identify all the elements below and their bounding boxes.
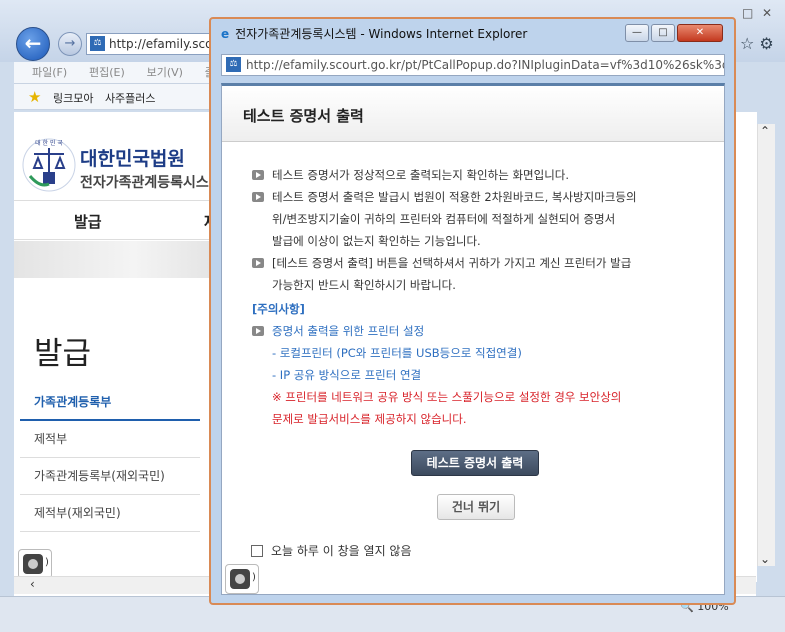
scroll-down-icon[interactable]: ⌄ — [760, 552, 770, 566]
back-button[interactable]: ← — [16, 27, 50, 61]
ie-logo-icon: e — [221, 27, 230, 41]
bullet-arrow-icon — [252, 326, 264, 336]
favorite-link-2[interactable]: 사주플러스 — [105, 92, 156, 105]
court-logo-icon: 대 한 민 국 — [22, 138, 76, 192]
info-bullet-2: 테스트 증명서 출력은 발급시 법원이 적용한 2차원바코드, 복사방지마크등의… — [252, 186, 702, 252]
favorites-bar: ★ 링크모아 사주플러스 — [14, 84, 224, 110]
speaker-icon[interactable]: ) — [18, 549, 52, 579]
scroll-left-icon[interactable]: ‹ — [30, 577, 35, 591]
tools-gear-icon[interactable]: ☆ ⚙ — [740, 34, 774, 53]
caution-heading: [주의사항] — [252, 302, 305, 316]
nav-issue-link[interactable]: 발급 — [74, 211, 102, 232]
dont-open-today[interactable]: 오늘 하루 이 창을 열지 않음 — [251, 542, 412, 559]
court-name: 대한민국법원 — [80, 148, 185, 170]
svg-text:대 한 민 국: 대 한 민 국 — [35, 139, 63, 147]
popup-window: e 전자가족관계등록시스템 - Windows Internet Explorer… — [209, 17, 736, 605]
bullet-arrow-icon — [252, 192, 264, 202]
menu-edit[interactable]: 편집(E) — [89, 66, 125, 79]
dont-open-checkbox[interactable] — [251, 545, 263, 557]
skip-button[interactable]: 건너 뛰기 — [437, 494, 515, 520]
site-favicon-icon: ⚖ — [90, 36, 105, 51]
caution-sub-ip: - IP 공유 방식으로 프린터 연결 — [272, 368, 422, 382]
background-maximize-icon[interactable]: □ — [742, 6, 753, 26]
menu-file[interactable]: 파일(F) — [32, 66, 67, 79]
side-menu-removed-register-overseas[interactable]: 제적부(재외국민) — [20, 495, 200, 532]
side-menu-family-register-overseas[interactable]: 가족관계등록부(재외국민) — [20, 458, 200, 495]
popup-favicon-icon: ⚖ — [226, 57, 241, 72]
dont-open-label: 오늘 하루 이 창을 열지 않음 — [271, 544, 412, 558]
side-menu-family-register[interactable]: 가족관계등록부 — [20, 384, 200, 421]
favorite-link-1[interactable]: 링크모아 — [53, 92, 93, 105]
warning-text: ※ 프린터를 네트워크 공유 방식 또는 스풀기능으로 설정한 경우 보안상의 … — [272, 390, 622, 426]
caution-item: 증명서 출력을 위한 프린터 설정 — [252, 320, 702, 342]
forward-button[interactable]: → — [58, 32, 82, 56]
background-menu-bar: 파일(F) 편집(E) 보기(V) 즐 — [14, 62, 224, 84]
popup-body: 테스트 증명서가 정상적으로 출력되는지 확인하는 화면입니다. 테스트 증명서… — [252, 164, 702, 430]
banner-image — [14, 241, 214, 278]
scroll-up-icon[interactable]: ⌃ — [760, 124, 770, 138]
main-nav — [14, 200, 214, 240]
popup-address-bar[interactable]: ⚖ http://efamily.scourt.go.kr/pt/PtCallP… — [221, 54, 725, 76]
page-title: 발급 — [34, 336, 92, 372]
background-close-icon[interactable]: ✕ — [762, 6, 772, 26]
popup-title-bar: e 전자가족관계등록시스템 - Windows Internet Explorer — [221, 25, 527, 42]
favorites-star-icon[interactable]: ★ — [28, 88, 41, 106]
bullet-arrow-icon — [252, 170, 264, 180]
popup-address-text: http://efamily.scourt.go.kr/pt/PtCallPop… — [246, 58, 725, 72]
popup-speaker-icon[interactable]: ) — [225, 564, 259, 594]
background-address-bar[interactable]: ⚖ http://efamily.scourt — [86, 33, 226, 55]
popup-maximize-button[interactable]: □ — [651, 24, 675, 42]
background-right-edge — [735, 112, 757, 582]
bullet-arrow-icon — [252, 258, 264, 268]
test-print-button[interactable]: 테스트 증명서 출력 — [411, 450, 539, 476]
info-bullet-3: [테스트 증명서 출력] 버튼을 선택하셔서 귀하가 가지고 계신 프린터가 발… — [252, 252, 702, 296]
popup-header: 테스트 증명서 출력 — [222, 86, 724, 142]
popup-close-button[interactable]: ✕ — [677, 24, 723, 42]
popup-heading: 테스트 증명서 출력 — [243, 107, 364, 125]
court-subtitle: 전자가족관계등록시스 — [80, 175, 209, 191]
vertical-scrollbar[interactable]: ⌃ ⌄ — [757, 124, 775, 566]
popup-content: 테스트 증명서 출력 테스트 증명서가 정상적으로 출력되는지 확인하는 화면입… — [221, 83, 725, 595]
info-bullet-1: 테스트 증명서가 정상적으로 출력되는지 확인하는 화면입니다. — [252, 164, 702, 186]
side-menu: 가족관계등록부 제적부 가족관계등록부(재외국민) 제적부(재외국민) — [20, 384, 200, 532]
menu-view[interactable]: 보기(V) — [147, 66, 183, 79]
side-menu-removed-register[interactable]: 제적부 — [20, 421, 200, 458]
popup-minimize-button[interactable]: — — [625, 24, 649, 42]
popup-window-title: 전자가족관계등록시스템 - Windows Internet Explorer — [235, 27, 528, 41]
caution-sub-local: - 로컬프린터 (PC와 프린터를 USB등으로 직접연결) — [272, 346, 522, 360]
